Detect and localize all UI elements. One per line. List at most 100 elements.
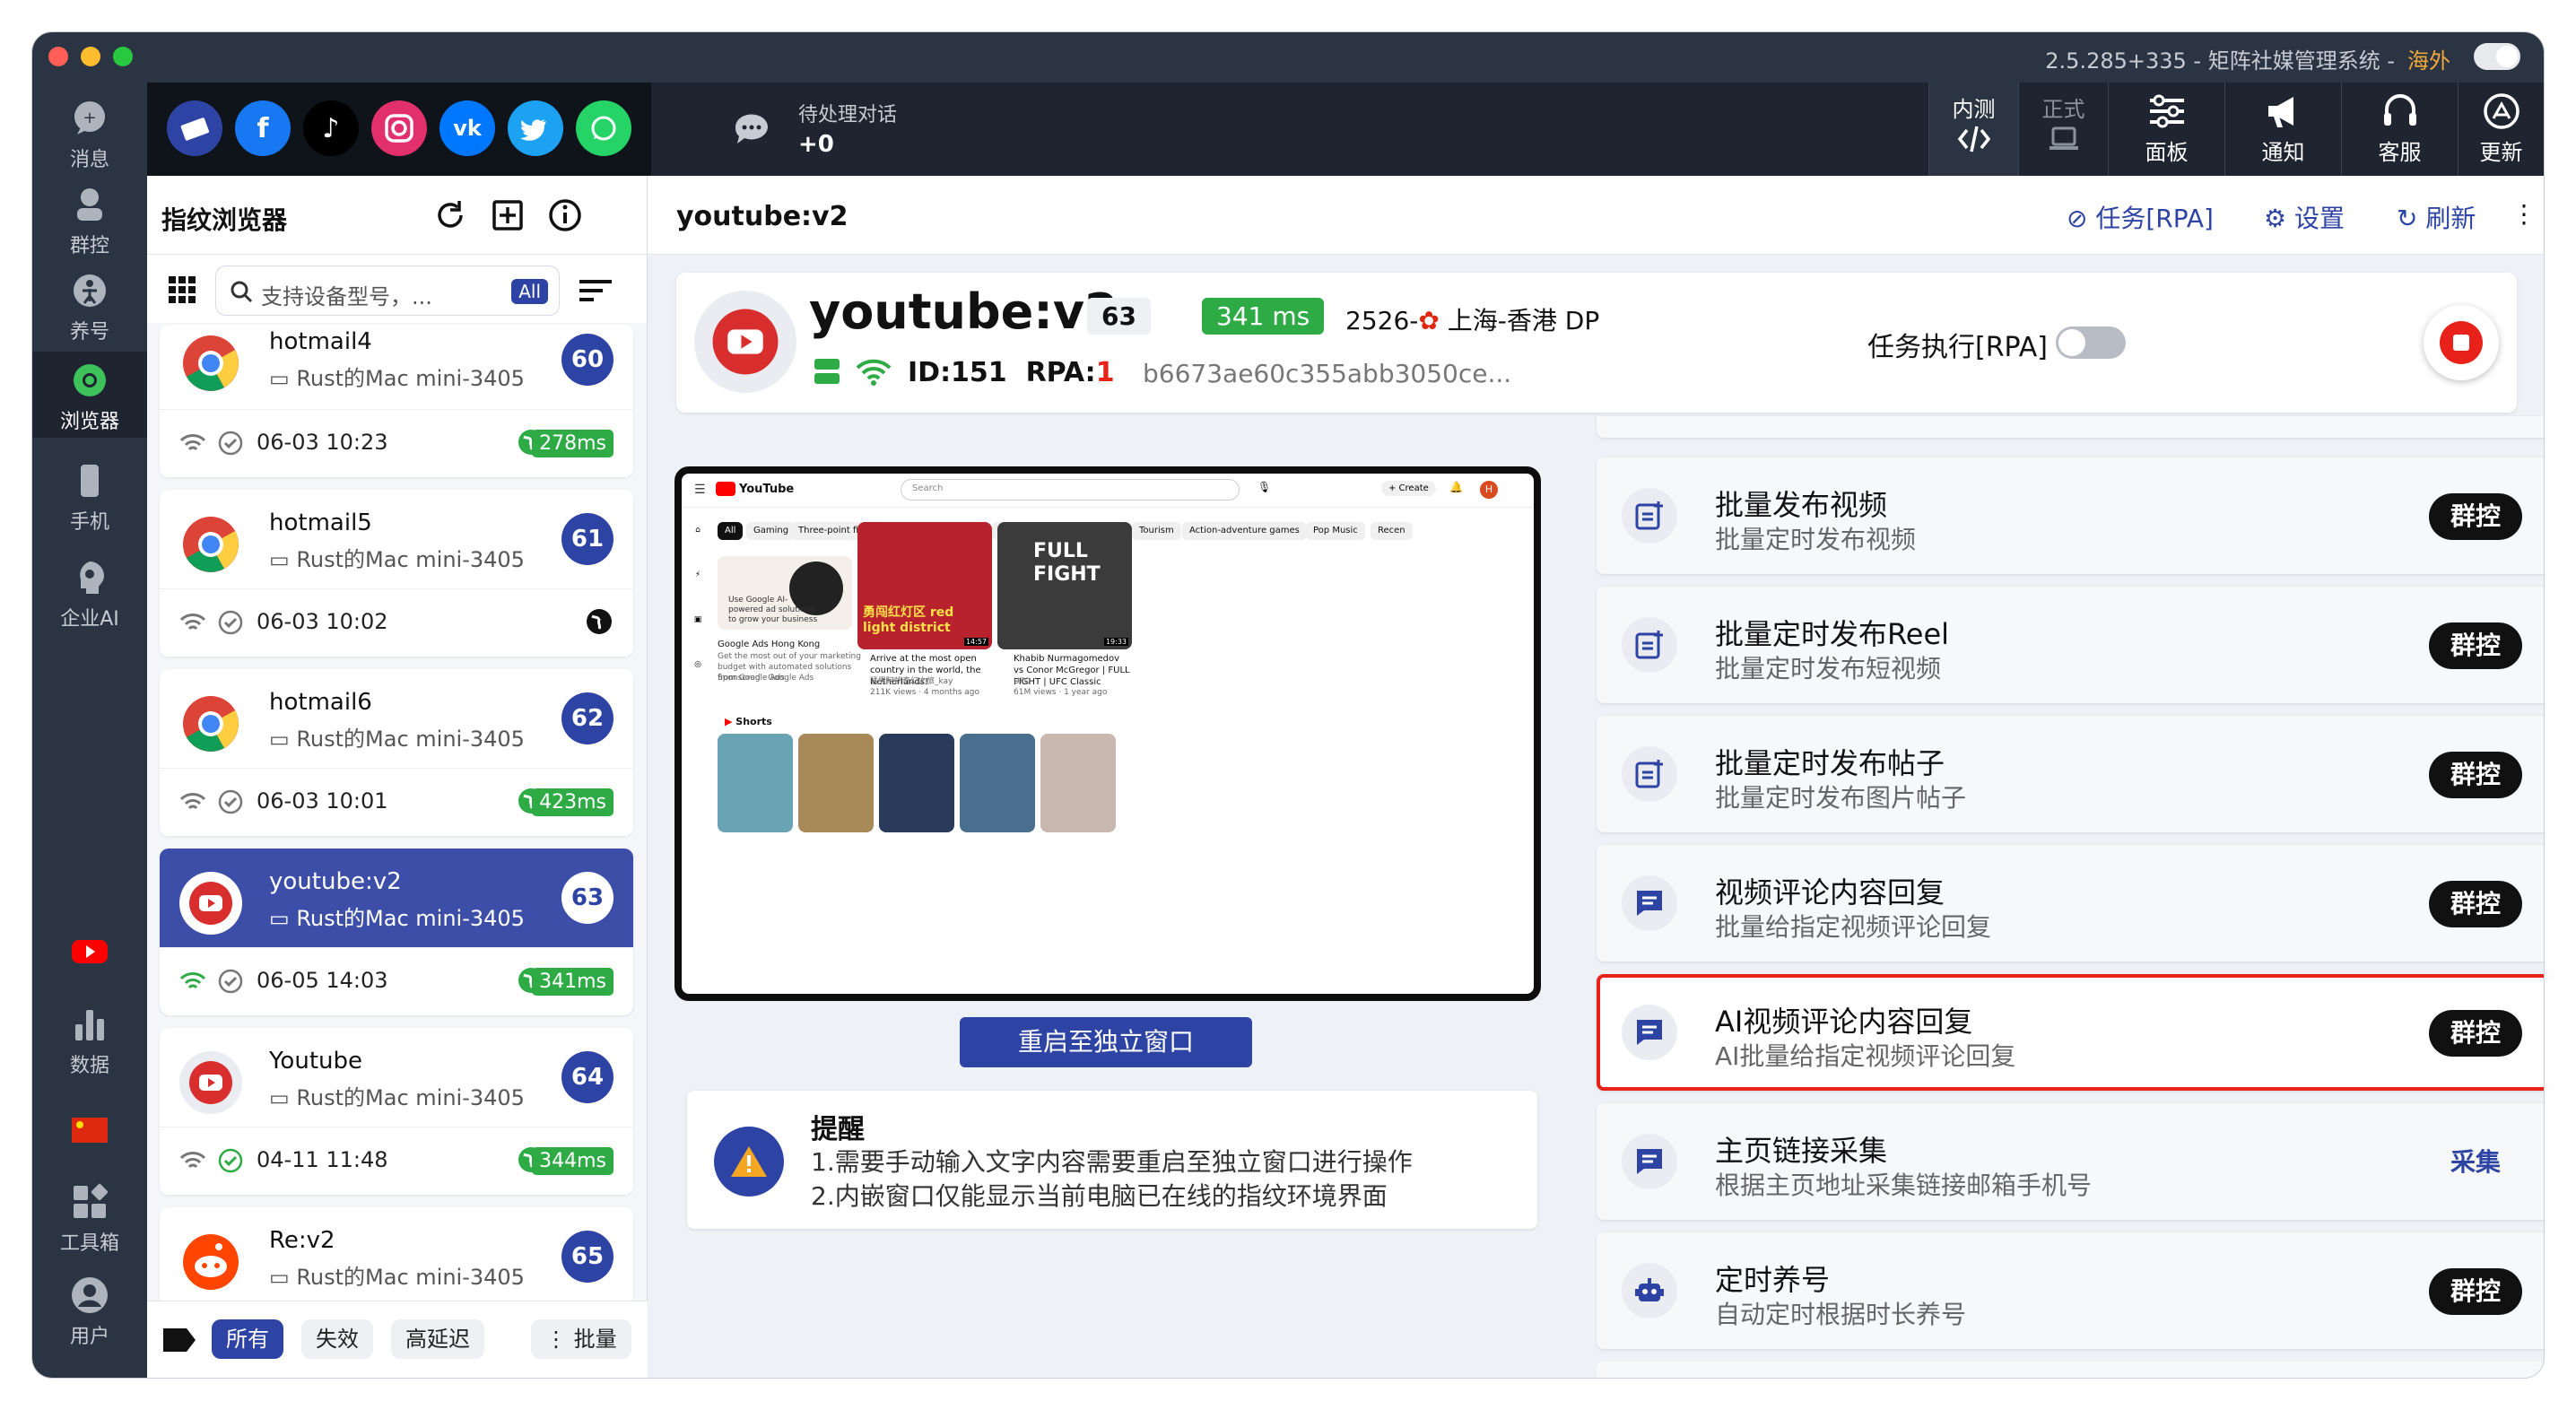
feature-item[interactable]: 主页链接采集 根据主页地址采集链接邮箱手机号 采集 [1597, 1103, 2544, 1220]
feature-item[interactable]: 批量定时发布帖子 批量定时发布图片帖子 群控 [1597, 716, 2544, 832]
video-title[interactable]: Google Ads Hong Kong [718, 639, 861, 650]
youtube-chip[interactable]: Action-adventure games [1182, 522, 1307, 540]
youtube-search-input[interactable]: Search [901, 479, 1240, 500]
refresh-icon[interactable] [432, 197, 468, 233]
profile-card[interactable]: hotmail6 ▭ Rust的Mac mini-3405 62 06-03 1… [160, 669, 633, 836]
update-label: 更新 [2479, 140, 2523, 165]
rail-item-messages[interactable]: + 消息 [32, 90, 147, 176]
notify-button[interactable]: 通知 [2224, 83, 2341, 176]
youtube-chip[interactable]: Pop Music [1306, 522, 1365, 540]
video-thumbnail[interactable]: FULL FIGHT 19:33 [997, 522, 1132, 649]
short-thumbnail[interactable] [798, 734, 874, 832]
whatsapp-icon[interactable] [576, 100, 631, 156]
shorts-icon[interactable]: ⚡ [682, 570, 714, 579]
task-rpa-toggle[interactable] [2056, 326, 2126, 359]
feature-desc: 批量定时发布图片帖子 [1715, 783, 1967, 813]
globe-icon [587, 609, 612, 634]
youtube-chip[interactable]: Recen [1371, 522, 1413, 540]
profile-card[interactable]: Re:v2 ▭ Rust的Mac mini-3405 65 [160, 1207, 633, 1301]
minimize-window-button[interactable] [81, 47, 100, 66]
rail-item-toolbox[interactable]: 工具箱 [32, 1173, 147, 1259]
info-icon[interactable] [547, 197, 583, 233]
update-button[interactable]: 更新 [2458, 83, 2544, 176]
stop-button[interactable] [2424, 305, 2499, 380]
browser-platform-icon[interactable] [167, 100, 222, 156]
short-thumbnail[interactable] [960, 734, 1035, 832]
tiktok-icon[interactable]: ♪ [303, 100, 359, 156]
instagram-icon[interactable] [371, 100, 427, 156]
youtube-avatar[interactable]: H [1480, 481, 1498, 499]
profile-card[interactable]: hotmail4 ▭ Rust的Mac mini-3405 60 06-03 1… [160, 325, 633, 477]
tag-icon[interactable] [161, 1325, 197, 1355]
feature-item[interactable]: 视频评论内容回复 批量给指定视频评论回复 群控 [1597, 845, 2544, 962]
feature-item[interactable]: 批量定时发布Reel 批量定时发布短视频 群控 [1597, 587, 2544, 703]
embedded-browser-view[interactable]: ☰ YouTube Search 🎙 + Create 🔔 H ⌂ ⚡ ▣ ◎ … [674, 466, 1541, 1001]
facebook-icon[interactable]: f [235, 100, 291, 156]
rail-item-user[interactable]: 用户 [32, 1266, 147, 1353]
grid-view-icon[interactable] [167, 274, 197, 305]
theme-toggle[interactable] [2474, 43, 2520, 70]
search-scope-badge[interactable]: All [511, 279, 548, 304]
svg-text:+: + [83, 109, 96, 127]
feature-item[interactable]: 定时养号 自动定时根据时长养号 群控 [1597, 1232, 2544, 1349]
rail-item-phone[interactable]: 手机 [32, 452, 147, 538]
rail-item-enterprise-ai[interactable]: 企业AI [32, 549, 147, 635]
feature-item-highlighted[interactable]: AI视频评论内容回复 AI批量给指定视频评论回复 群控 [1597, 974, 2544, 1091]
rail-item-browser[interactable]: 浏览器 [32, 352, 147, 438]
short-thumbnail[interactable] [1040, 734, 1116, 832]
profile-card-selected[interactable]: youtube:v2 ▭ Rust的Mac mini-3405 63 06-05… [160, 849, 633, 1015]
hamburger-icon[interactable]: ☰ [694, 483, 706, 497]
subscriptions-icon[interactable]: ▣ [682, 615, 714, 624]
filter-invalid[interactable]: 失效 [301, 1319, 373, 1359]
pending-conversations[interactable]: 待处理对话 +0 [798, 99, 897, 158]
video-thumbnail[interactable]: 勇闯红灯区 red light district 14:57 [857, 522, 992, 649]
group-control-button[interactable]: 群控 [2428, 881, 2522, 927]
group-control-button[interactable]: 群控 [2428, 622, 2522, 669]
pending-chat-icon [735, 114, 768, 144]
group-control-button[interactable]: 群控 [2428, 493, 2522, 540]
mic-icon[interactable]: 🎙 [1258, 481, 1271, 493]
service-button[interactable]: 客服 [2341, 83, 2458, 176]
refresh-button[interactable]: ↻ 刷新 [2397, 199, 2476, 235]
more-menu-icon[interactable]: ⋮ [2511, 199, 2537, 229]
youtube-chip[interactable]: Gaming [746, 522, 796, 540]
task-rpa-button[interactable]: ⊘ 任务[RPA] [2067, 199, 2214, 235]
rail-item-data[interactable]: 数据 [32, 996, 147, 1082]
rail-item-nurture[interactable]: 养号 [32, 262, 147, 348]
rail-item-group[interactable]: 群控 [32, 176, 147, 262]
twitter-icon[interactable] [508, 100, 563, 156]
profile-card[interactable]: Youtube ▭ Rust的Mac mini-3405 64 04-11 11… [160, 1028, 633, 1195]
profile-card[interactable]: hotmail5 ▭ Rust的Mac mini-3405 61 06-03 1… [160, 490, 633, 657]
group-control-button[interactable]: 群控 [2428, 1268, 2522, 1315]
short-thumbnail[interactable] [718, 734, 793, 832]
settings-button[interactable]: ⚙ 设置 [2264, 199, 2345, 235]
video-thumbnail[interactable]: Use Google AI-powered ad solutions to gr… [718, 556, 852, 630]
group-control-button[interactable]: 群控 [2428, 1010, 2522, 1057]
app-version: 2.5.285+335 - 矩阵社媒管理系统 - 海外 [2045, 43, 2450, 74]
close-window-button[interactable] [48, 47, 68, 66]
env-internal-button[interactable]: 内测 [1928, 83, 2018, 176]
panel-button[interactable]: 面板 [2108, 83, 2224, 176]
vk-icon[interactable]: vk [439, 100, 495, 156]
add-profile-icon[interactable] [490, 197, 526, 233]
short-thumbnail[interactable] [879, 734, 954, 832]
youtube-chip[interactable]: All [718, 522, 744, 540]
youtube-chip[interactable]: Tourism [1132, 522, 1181, 540]
filter-high-latency[interactable]: 高延迟 [391, 1319, 484, 1359]
profile-machine: ▭ Rust的Mac mini-3405 [269, 366, 525, 391]
home-icon[interactable]: ⌂ [682, 526, 714, 535]
batch-button[interactable]: ⋮ 批量 [531, 1319, 631, 1359]
feature-item[interactable]: 批量发布视频 批量定时发布视频 群控 [1597, 457, 2544, 574]
bell-icon[interactable]: 🔔 [1449, 481, 1463, 493]
youtube-create-button[interactable]: + Create [1381, 481, 1436, 496]
collect-button[interactable]: 采集 [2429, 1139, 2522, 1186]
group-control-button[interactable]: 群控 [2428, 752, 2522, 798]
filter-all[interactable]: 所有 [212, 1319, 283, 1359]
youtube-logo-icon[interactable] [716, 482, 735, 496]
maximize-window-button[interactable] [113, 47, 133, 66]
sort-icon[interactable] [578, 276, 614, 305]
you-icon[interactable]: ◎ [682, 660, 714, 669]
restart-standalone-button[interactable]: 重启至独立窗口 [960, 1017, 1252, 1067]
device-search-input[interactable]: 支持设备型号，... All [215, 265, 560, 316]
env-formal-button[interactable]: 正式 [2018, 83, 2108, 176]
